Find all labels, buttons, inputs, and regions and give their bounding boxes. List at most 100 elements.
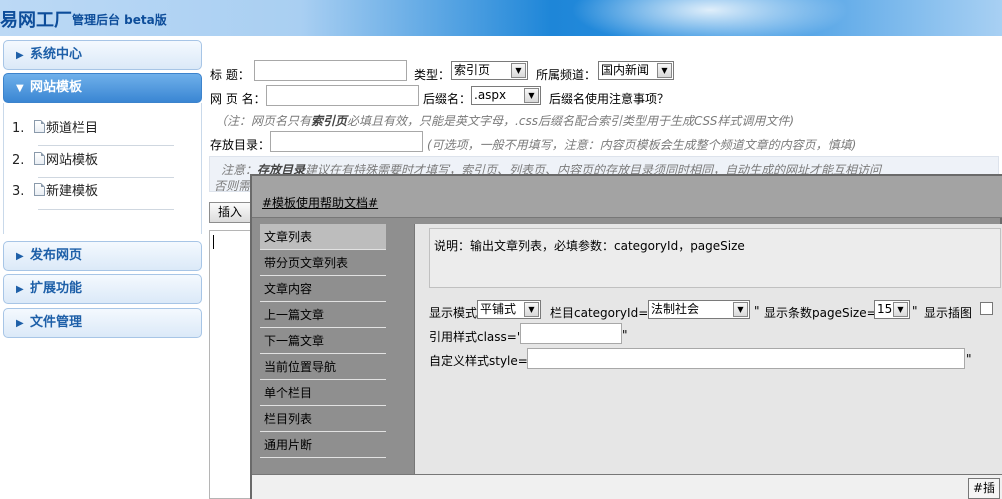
document-icon xyxy=(34,120,45,133)
suffix-hint-link[interactable]: 后缀名使用注意事项？ xyxy=(549,90,669,107)
note-emphasis: 索引页 xyxy=(311,114,348,128)
help-menu-item[interactable]: 单个栏目 xyxy=(260,380,386,406)
help-menu-item[interactable]: 文章内容 xyxy=(260,276,386,302)
chevron-down-icon: ▼ xyxy=(511,63,526,78)
insert-button[interactable]: 插入 xyxy=(209,202,252,223)
chevron-right-icon: ▶ xyxy=(16,318,24,329)
help-content: 说明：输出文章列表，必填参数：categoryId，pageSize 显示模式 … xyxy=(414,224,1002,476)
suffix-select-value: .aspx xyxy=(474,88,507,102)
notice-line-2: 否则需 xyxy=(214,179,251,192)
sidebar-subpanel: 1. 频道栏目 2. 网站模板 3. 新建模板 xyxy=(3,103,202,234)
style-input[interactable] xyxy=(527,348,965,369)
help-menu-item[interactable]: 栏目列表 xyxy=(260,406,386,432)
pagesize-select[interactable]: 15 ▼ xyxy=(874,300,910,319)
subitem-number: 1. xyxy=(12,121,25,136)
help-menu-item[interactable]: 下一篇文章 xyxy=(260,328,386,354)
subitem-number: 3. xyxy=(12,184,25,199)
sidebar-subitem-site-templates[interactable]: 2. 网站模板 xyxy=(12,150,182,172)
pagesize-label: 显示条数pageSize=" xyxy=(764,306,883,320)
pagesize-quote: " xyxy=(912,304,918,318)
help-dialog: #模板使用帮助文档# 文章列表 带分页文章列表 文章内容 上一篇文章 下一篇文章… xyxy=(250,174,1002,499)
type-label: 类型： xyxy=(414,68,451,82)
class-quote: " xyxy=(622,328,628,342)
app-subtitle: 管理后台 beta版 xyxy=(72,13,167,27)
document-icon xyxy=(34,183,45,196)
divider xyxy=(38,177,174,178)
note-text: （注：网页名只有 xyxy=(215,114,312,128)
sidebar-section-label: 网站模板 xyxy=(30,80,83,95)
sidebar-section-publish[interactable]: ▶ 发布网页 xyxy=(3,241,202,271)
sidebar-section-label: 发布网页 xyxy=(30,248,83,263)
chevron-right-icon: ▶ xyxy=(16,251,24,262)
dialog-title[interactable]: #模板使用帮助文档# xyxy=(262,194,378,211)
chevron-down-icon: ▼ xyxy=(893,302,908,317)
subitem-number: 2. xyxy=(12,153,25,168)
suffix-label: 后缀名： xyxy=(423,92,472,106)
sidebar-section-label: 系统中心 xyxy=(30,47,83,62)
note-text: 必填且有效，只能是英文字母，.css后缀名配合索引类型用于生成CSS样式调用文件… xyxy=(347,114,795,128)
dir-input[interactable] xyxy=(270,131,423,152)
sidebar-section-extensions[interactable]: ▶ 扩展功能 xyxy=(3,274,202,304)
sidebar-section-files[interactable]: ▶ 文件管理 xyxy=(3,308,202,338)
title-label: 标 题： xyxy=(210,68,250,82)
chevron-down-icon: ▼ xyxy=(16,83,24,94)
channel-label: 所属频道： xyxy=(536,68,597,82)
pagename-note: （注：网页名只有索引页必填且有效，只能是英文字母，.css后缀名配合索引类型用于… xyxy=(215,112,794,129)
header-glow xyxy=(560,0,860,36)
help-menu-item[interactable]: 带分页文章列表 xyxy=(260,250,386,276)
sidebar-subitem-channels[interactable]: 1. 频道栏目 xyxy=(12,118,182,140)
category-label: 栏目categoryId=" xyxy=(550,306,654,320)
channel-select-value: 国内新闻 xyxy=(601,63,650,77)
dialog-insert-button[interactable]: #插 xyxy=(967,478,1000,499)
divider xyxy=(38,145,174,146)
display-mode-label: 显示模式 xyxy=(429,306,478,320)
sidebar-section-templates[interactable]: ▼ 网站模板 xyxy=(3,73,202,103)
channel-select[interactable]: 国内新闻 ▼ xyxy=(598,61,674,80)
dir-hint: (可选项，一般不用填写，注意：内容页模板会生成整个频道文章的内容页，慎填) xyxy=(427,138,857,152)
header-bar: 易网工厂 管理后台 beta版 xyxy=(0,0,1002,36)
category-select[interactable]: 法制社会 ▼ xyxy=(648,300,750,319)
style-label: 自定义样式style=" xyxy=(429,354,534,368)
dialog-footer: #插 xyxy=(252,474,1002,499)
sidebar-subitem-new-template[interactable]: 3. 新建模板 xyxy=(12,181,182,203)
title-input[interactable] xyxy=(254,60,407,81)
app-logo: 易网工厂 xyxy=(0,10,72,31)
sidebar: ▶ 系统中心 ▼ 网站模板 1. 频道栏目 2. 网站模板 3. 新建模板 ▶ 发布网页 ▶… xyxy=(0,36,205,499)
help-menu-item[interactable]: 文章列表 xyxy=(260,224,386,250)
class-input[interactable] xyxy=(520,323,622,344)
help-menu-item[interactable]: 上一篇文章 xyxy=(260,302,386,328)
category-quote: " xyxy=(754,304,760,318)
pagename-label: 网 页 名： xyxy=(210,92,266,106)
dir-label: 存放目录： xyxy=(210,138,271,152)
chevron-right-icon: ▶ xyxy=(16,284,24,295)
document-icon xyxy=(34,152,45,165)
display-mode-value: 平铺式 xyxy=(480,302,517,316)
help-menu-item[interactable]: 通用片断 xyxy=(260,432,386,458)
subitem-label: 网站模板 xyxy=(46,153,99,168)
style-quote: " xyxy=(966,352,972,366)
sidebar-section-system[interactable]: ▶ 系统中心 xyxy=(3,40,202,70)
help-menu: 文章列表 带分页文章列表 文章内容 上一篇文章 下一篇文章 当前位置导航 单个栏… xyxy=(256,224,414,474)
type-select-value: 索引页 xyxy=(454,63,491,77)
help-description: 说明：输出文章列表，必填参数：categoryId，pageSize xyxy=(429,228,1001,288)
pagesize-value: 15 xyxy=(877,302,893,316)
class-label: 引用样式class=" xyxy=(429,330,523,344)
dialog-title-bar[interactable]: #模板使用帮助文档# xyxy=(252,176,1002,218)
type-select[interactable]: 索引页 ▼ xyxy=(451,61,528,80)
show-image-label: 显示插图 xyxy=(924,306,973,320)
help-menu-item[interactable]: 当前位置导航 xyxy=(260,354,386,380)
chevron-down-icon: ▼ xyxy=(524,88,539,103)
chevron-down-icon: ▼ xyxy=(733,302,748,317)
pagename-input[interactable] xyxy=(266,85,419,106)
chevron-right-icon: ▶ xyxy=(16,50,24,61)
display-mode-select[interactable]: 平铺式 ▼ xyxy=(477,300,541,319)
suffix-select[interactable]: .aspx ▼ xyxy=(471,86,541,105)
chevron-down-icon: ▼ xyxy=(524,302,539,317)
sidebar-section-label: 文件管理 xyxy=(30,315,83,330)
text-caret xyxy=(213,235,214,249)
chevron-down-icon: ▼ xyxy=(657,63,672,78)
show-image-checkbox[interactable] xyxy=(980,302,993,315)
template-editor[interactable] xyxy=(209,230,254,499)
sidebar-section-label: 扩展功能 xyxy=(30,281,83,296)
divider xyxy=(38,209,174,210)
